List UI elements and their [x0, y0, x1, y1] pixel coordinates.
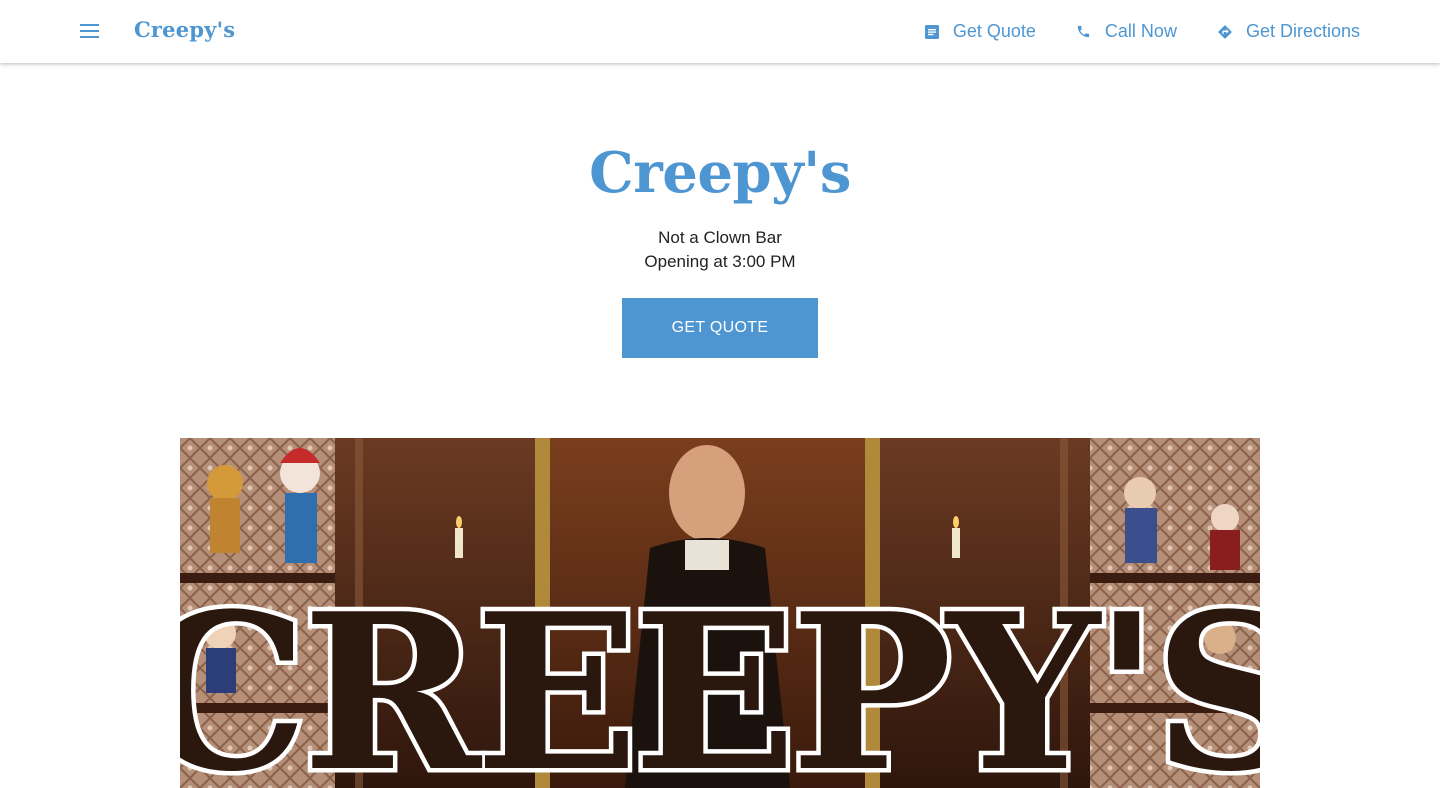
call-now-label: Call Now — [1104, 21, 1177, 41]
call-now-link[interactable]: Call Now — [1076, 21, 1177, 42]
bar-photo-banner: CREEPY'S — [180, 438, 1260, 788]
get-directions-label: Get Directions — [1245, 21, 1360, 41]
hamburger-menu-icon[interactable] — [78, 19, 102, 43]
document-icon — [924, 24, 940, 40]
hero-tagline: Not a Clown Bar — [658, 228, 782, 247]
phone-icon — [1076, 24, 1092, 40]
top-navigation-bar: Creepy's Get Quote Call Now Get Directio… — [0, 0, 1440, 63]
get-quote-button[interactable]: GET QUOTE — [622, 298, 818, 358]
header-brand-logo[interactable]: Creepy's — [134, 17, 235, 42]
header-actions: Get Quote Call Now Get Directions — [884, 0, 1360, 63]
get-quote-link[interactable]: Get Quote — [924, 21, 1036, 42]
hero-title: Creepy's — [589, 140, 851, 206]
banner-sign-text: CREEPY'S — [180, 566, 1260, 788]
directions-icon — [1217, 24, 1233, 40]
get-quote-label: Get Quote — [952, 21, 1036, 41]
opening-hours: Opening at 3:00 PM — [644, 252, 796, 271]
get-directions-link[interactable]: Get Directions — [1217, 21, 1360, 42]
